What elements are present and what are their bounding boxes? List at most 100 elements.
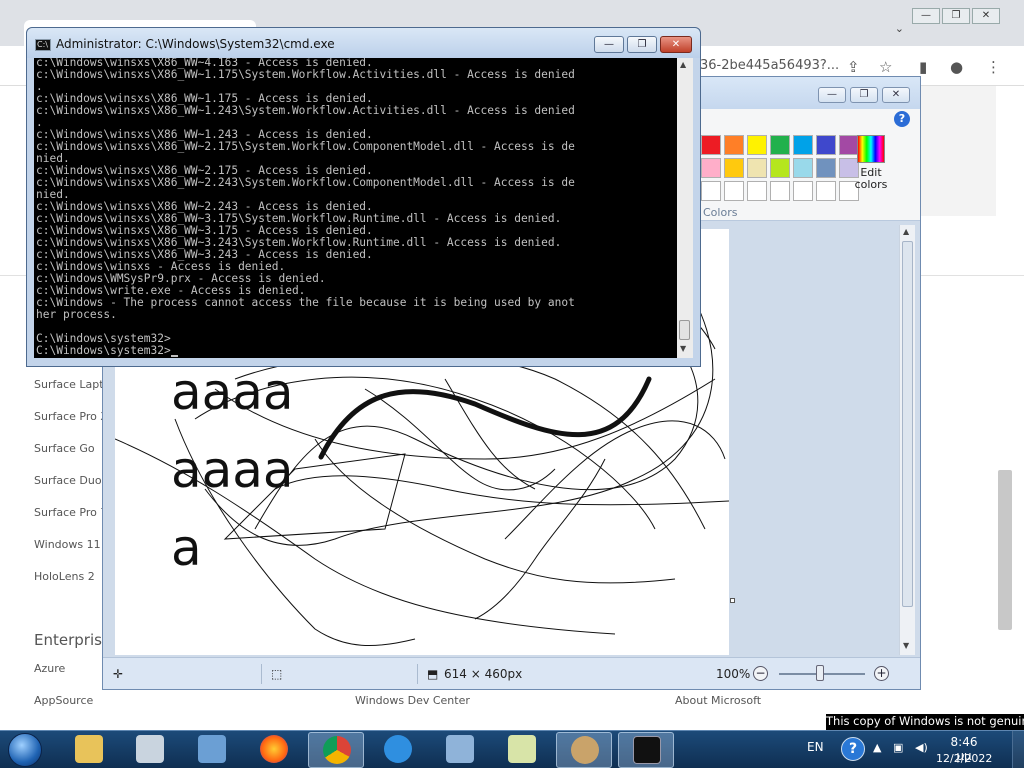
scroll-down-arrow-icon[interactable]: ▼ [903,641,909,650]
color-swatch[interactable] [793,181,813,201]
color-swatch[interactable] [747,135,767,155]
color-swatch[interactable] [724,135,744,155]
taskbar-search-tool[interactable] [432,732,488,768]
nav-link-surface-pro-x[interactable]: Surface Pro X [34,410,108,423]
zoom-out-button[interactable]: − [753,666,768,681]
color-swatch[interactable] [793,135,813,155]
status-separator [261,664,262,684]
browser-menu-icon[interactable]: ⋮ [986,58,1001,76]
share-icon[interactable]: ⇪ [847,58,860,76]
nav-link-hololens-2[interactable]: HoloLens 2 [34,570,95,583]
taskbar-calculator[interactable] [122,732,178,768]
bookmark-star-icon[interactable]: ☆ [879,58,892,76]
nav-link-surface-go[interactable]: Surface Go [34,442,95,455]
paint-scrollbar-thumb[interactable] [902,241,913,607]
paint-vertical-scrollbar[interactable]: ▲ ▼ [899,225,915,655]
cmd-close-button[interactable]: ✕ [660,36,692,53]
image-size-label: 614 × 460px [444,667,523,681]
color-swatch[interactable] [701,158,721,178]
calculator-icon [136,735,164,763]
profile-avatar-icon[interactable]: ● [950,58,963,76]
show-desktop-button[interactable] [1012,731,1024,768]
paint-minimize-button[interactable]: — [818,87,846,103]
color-swatch[interactable] [793,158,813,178]
tab-search-chevron-icon[interactable]: ⌄ [895,22,904,35]
help-tray-icon[interactable]: ? [841,737,865,761]
clock-date[interactable]: 12/2/2022 [936,752,992,765]
cmd-app-icon[interactable]: C:\ [35,39,51,51]
paint-status-bar: ✛ ⬚ ⬒ 614 × 460px 100% − + [103,657,920,689]
taskbar-remote-desktop[interactable] [184,732,240,768]
cursor-position-icon: ✛ [113,667,124,681]
zoom-in-button[interactable]: + [874,666,889,681]
console-line: C:\Windows\system32> [36,345,677,357]
nav-link-surface-duo-2[interactable]: Surface Duo 2 [34,474,112,487]
nav-link-windows-11[interactable]: Windows 11 a [34,538,111,551]
color-swatch[interactable] [747,181,767,201]
side-panel-icon[interactable]: ▮ [919,58,927,76]
start-button[interactable] [4,731,44,768]
network-icon[interactable]: ▣ [893,741,903,754]
help-icon[interactable]: ? [894,111,910,127]
nav-link-azure[interactable]: Azure [34,662,65,675]
scroll-down-arrow-icon[interactable]: ▼ [680,344,686,353]
console-line: c:\Windows\winsxs\X86_WW~2.175\System.Wo… [36,140,575,153]
color-swatch[interactable] [747,158,767,178]
taskbar-text-editor[interactable] [494,732,550,768]
console-line: c:\Windows\winsxs\X86_WW~1.243\System.Wo… [36,104,575,117]
taskbar-firefox[interactable] [246,732,302,768]
taskbar-chrome[interactable] [308,732,364,768]
canvas-text-line-2: aaaa [171,441,294,499]
color-swatch[interactable] [701,135,721,155]
show-hidden-icons-icon[interactable]: ▲ [873,741,881,754]
browser-minimize-button[interactable]: — [912,8,940,24]
paint-close-button[interactable]: ✕ [882,87,910,103]
color-swatch[interactable] [816,181,836,201]
footer-link-windows-dev-center[interactable]: Windows Dev Center [355,694,470,707]
color-swatch[interactable] [770,181,790,201]
edit-colors-label: Edit colors [854,166,888,191]
taskbar-internet-explorer[interactable] [370,732,426,768]
color-swatch[interactable] [770,135,790,155]
console-text: c:\Windows\winsxs\X86_WW~4.163 - Access … [36,58,677,357]
cmd-icon [633,736,661,764]
color-swatch[interactable] [701,181,721,201]
console-line: c:\Windows - The process cannot access t… [36,296,575,309]
paint-maximize-button[interactable]: ❐ [850,87,878,103]
color-swatch[interactable] [724,158,744,178]
internet-explorer-icon [384,735,412,763]
browser-restore-button[interactable]: ❐ [942,8,970,24]
image-size-icon: ⬒ [427,667,439,681]
taskbar-explorer[interactable] [61,732,117,768]
color-swatch[interactable] [816,135,836,155]
volume-icon[interactable]: ◀) [915,741,928,754]
page-side-panel [920,86,996,216]
cmd-vertical-scrollbar[interactable]: ▲ ▼ [677,58,693,358]
console-output[interactable]: c:\Windows\winsxs\X86_WW~4.163 - Access … [34,58,677,358]
zoom-slider-thumb[interactable] [816,665,824,681]
nav-link-appsource[interactable]: AppSource [34,694,93,707]
browser-close-button[interactable]: ✕ [972,8,1000,24]
scroll-up-arrow-icon[interactable]: ▲ [680,60,686,69]
color-swatch[interactable] [770,158,790,178]
console-line: c:\Windows\winsxs\X86_WW~2.243\System.Wo… [36,176,575,189]
taskbar-cmd[interactable] [618,732,674,768]
cmd-scrollbar-thumb[interactable] [679,320,690,340]
canvas-resize-handle[interactable] [730,598,735,603]
enterprise-heading: Enterprise [34,631,112,649]
edit-colors-button[interactable]: Edit colors [851,135,891,191]
footer-link-about-microsoft[interactable]: About Microsoft [675,694,761,707]
browser-scrollbar[interactable] [998,230,1012,710]
firefox-icon [260,735,288,763]
cmd-minimize-button[interactable]: — [594,36,624,53]
color-swatch[interactable] [724,181,744,201]
chrome-icon [323,736,351,764]
language-indicator[interactable]: EN [807,740,824,754]
browser-scrollbar-thumb[interactable] [998,470,1012,630]
address-bar-url[interactable]: 36-2be445a56493?... [700,58,839,73]
color-swatch[interactable] [816,158,836,178]
paint-palette-icon [571,736,599,764]
scroll-up-arrow-icon[interactable]: ▲ [903,227,909,236]
cmd-maximize-button[interactable]: ❐ [627,36,657,53]
taskbar-paint[interactable] [556,732,612,768]
